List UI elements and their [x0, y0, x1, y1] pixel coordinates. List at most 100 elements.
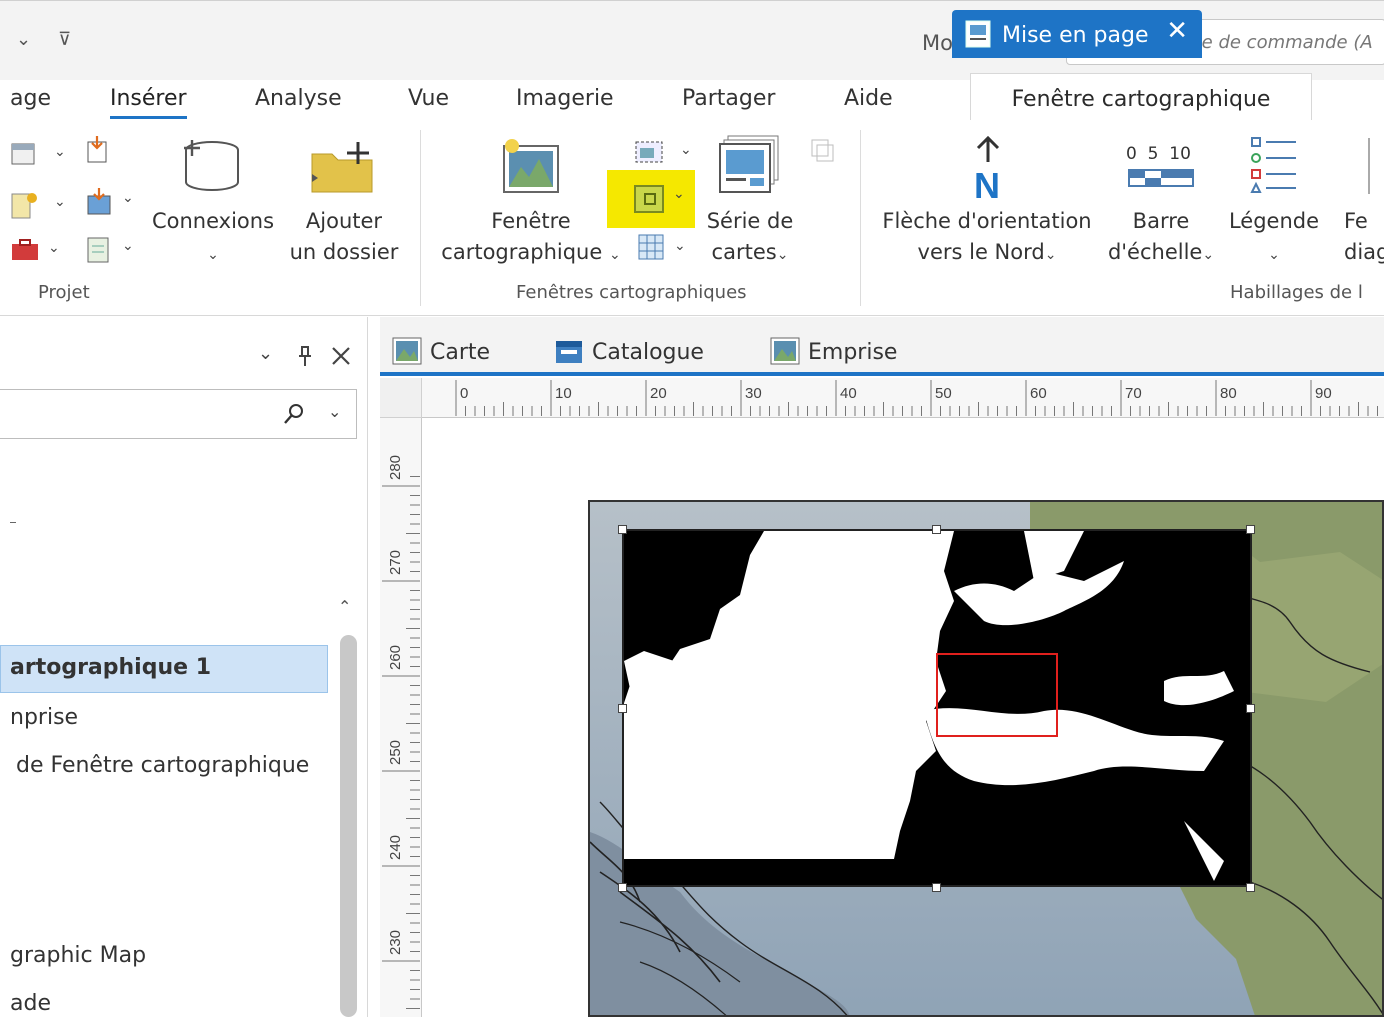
ruler-corner — [380, 378, 422, 418]
ruler-label: 70 — [1125, 385, 1142, 402]
pane-options-chevron-icon[interactable]: ⌄ — [258, 343, 273, 364]
tab-emprise[interactable]: Emprise — [770, 327, 897, 373]
close-icon[interactable]: ✕ — [1166, 16, 1188, 46]
grid-icon[interactable] — [636, 232, 666, 262]
ruler-vertical-ticks: 280 270 260 250 240 230 — [382, 455, 420, 1009]
group-label-projet: Projet — [38, 282, 90, 303]
tab-aide[interactable]: Aide — [844, 86, 893, 111]
tab-partager[interactable]: Partager — [682, 86, 775, 111]
import-icon[interactable] — [82, 134, 112, 164]
group-separator — [860, 130, 861, 306]
north-arrow-button[interactable]: Flèche d'orientation vers le Nord⌄ — [880, 206, 1094, 271]
chevron-down-icon: ⌄ — [776, 247, 789, 263]
tab-analyse[interactable]: Analyse — [255, 86, 342, 111]
catalog-icon — [556, 341, 582, 363]
tab-fenetre-cartographique[interactable]: Fenêtre cartographique — [970, 73, 1312, 123]
tree-item-topographic-map[interactable]: graphic Map — [10, 943, 146, 968]
resize-handle[interactable] — [618, 704, 627, 713]
resize-handle[interactable] — [1246, 525, 1255, 534]
chevron-down-icon[interactable]: ⌄ — [680, 142, 692, 158]
group-label-fenetres: Fenêtres cartographiques — [516, 282, 747, 303]
chevron-down-icon[interactable]: ⌄ — [48, 240, 60, 256]
tab-mise-en-page[interactable]: Mise en page ✕ — [952, 10, 1202, 58]
report-icon[interactable] — [84, 234, 114, 264]
chevron-down-icon[interactable]: ⌄ — [54, 194, 66, 210]
contents-pane: ⌄ ⌄ artographique 1 nprise de Fenêtre ca… — [0, 317, 368, 1017]
chart-frame-button[interactable]: Fe diag — [1344, 206, 1384, 268]
map-frame-icon[interactable] — [500, 138, 562, 196]
chevron-down-icon: ⌄ — [673, 186, 685, 202]
tab-carte[interactable]: Carte — [392, 327, 490, 373]
import-layout-icon[interactable] — [84, 186, 114, 216]
ruler-label: 90 — [1315, 385, 1332, 402]
chevron-down-icon[interactable]: ⌄ — [54, 144, 66, 160]
map-series-label-line1: Série de — [706, 209, 794, 233]
resize-handle[interactable] — [932, 883, 941, 892]
new-map-icon[interactable] — [10, 138, 40, 168]
tab-vue[interactable]: Vue — [408, 86, 449, 111]
chevron-down-icon[interactable]: ⌄ — [674, 238, 686, 254]
legend-label: Légende — [1228, 209, 1320, 233]
connexions-button[interactable]: Connexions ⌄ — [150, 206, 276, 271]
add-folder-icon[interactable] — [308, 140, 376, 194]
tab-imagerie[interactable]: Imagerie — [516, 86, 614, 111]
tab-affichage[interactable]: age — [10, 86, 51, 111]
new-layout-icon[interactable] — [10, 190, 40, 220]
chevron-down-icon[interactable]: ⌄ — [122, 238, 134, 254]
tree-item-extent-indicator[interactable]: de Fenêtre cartographique — [16, 753, 309, 778]
customize-toolbar-icon[interactable]: ⊽ — [58, 29, 71, 50]
legend-icon[interactable] — [1248, 136, 1300, 194]
legend-button[interactable]: Légende ⌄ — [1226, 206, 1322, 271]
add-folder-label-line1: Ajouter — [305, 209, 383, 233]
tree-connector — [10, 522, 16, 523]
tab-catalogue[interactable]: Catalogue — [554, 327, 704, 373]
resize-handle[interactable] — [618, 883, 627, 892]
pin-icon[interactable] — [296, 345, 314, 367]
map-icon — [392, 337, 422, 365]
refresh-icon[interactable] — [808, 136, 838, 166]
database-connection-icon[interactable] — [178, 136, 242, 196]
tree-item-emprise[interactable]: nprise — [10, 705, 78, 730]
north-arrow-icon[interactable]: N — [966, 134, 1010, 202]
toolbox-icon[interactable] — [10, 236, 40, 266]
resize-handle[interactable] — [932, 525, 941, 534]
map-series-button[interactable]: Série de cartes⌄ — [700, 206, 800, 271]
map-frame-label-line1: Fenêtre — [491, 209, 571, 233]
chevron-down-icon: ⌄ — [1268, 247, 1280, 263]
tree-item-hillshade[interactable]: ade — [10, 991, 51, 1016]
chart-frame-label-line2: diag — [1344, 240, 1384, 264]
add-folder-label-line2: un dossier — [289, 240, 399, 264]
ruler-vertical: 280 270 260 250 240 230 — [380, 418, 422, 1017]
scrollbar-thumb[interactable] — [340, 635, 357, 1017]
layout-icon — [965, 20, 991, 48]
quick-access-dropdown-icon[interactable]: ⌄ — [16, 29, 31, 50]
ruler-label: 10 — [555, 385, 572, 402]
ruler-label: 80 — [1220, 385, 1237, 402]
ruler-label: 280 — [387, 455, 404, 480]
north-arrow-label-line1: Flèche d'orientation — [882, 209, 1092, 233]
tab-inserer[interactable]: Insérer — [110, 86, 187, 119]
highlighted-locator-button[interactable]: ⌄ — [607, 170, 695, 228]
extent-indicator-icon[interactable] — [634, 136, 664, 166]
chart-frame-icon[interactable] — [1368, 138, 1384, 194]
tab-carte-label: Carte — [430, 340, 491, 365]
resize-handle[interactable] — [1246, 883, 1255, 892]
chart-frame-label-line1: Fe — [1344, 209, 1368, 233]
resize-handle[interactable] — [1246, 704, 1255, 713]
add-folder-button[interactable]: Ajouter un dossier — [286, 206, 402, 268]
map-icon — [770, 337, 800, 365]
map-frame-button[interactable]: Fenêtre cartographique ⌄ — [440, 206, 622, 271]
map-series-icon[interactable] — [718, 134, 782, 196]
search-icon — [284, 404, 303, 424]
scale-bar-icon[interactable] — [1128, 168, 1194, 188]
chevron-down-icon[interactable]: ⌄ — [122, 190, 134, 206]
chevron-down-icon[interactable]: ⌄ — [328, 402, 341, 421]
close-icon[interactable] — [330, 345, 352, 367]
tree-item-map-frame-1[interactable]: artographique 1 — [10, 655, 211, 680]
resize-handle[interactable] — [618, 525, 627, 534]
contents-search-input[interactable]: ⌄ — [0, 389, 357, 439]
map-frame-label-line2: cartographique — [441, 240, 603, 264]
scale-bar-button[interactable]: Barre d'échelle⌄ — [1102, 206, 1220, 271]
extent-indicator-rectangle[interactable] — [936, 653, 1058, 737]
scroll-up-icon[interactable]: ⌃ — [338, 597, 351, 616]
